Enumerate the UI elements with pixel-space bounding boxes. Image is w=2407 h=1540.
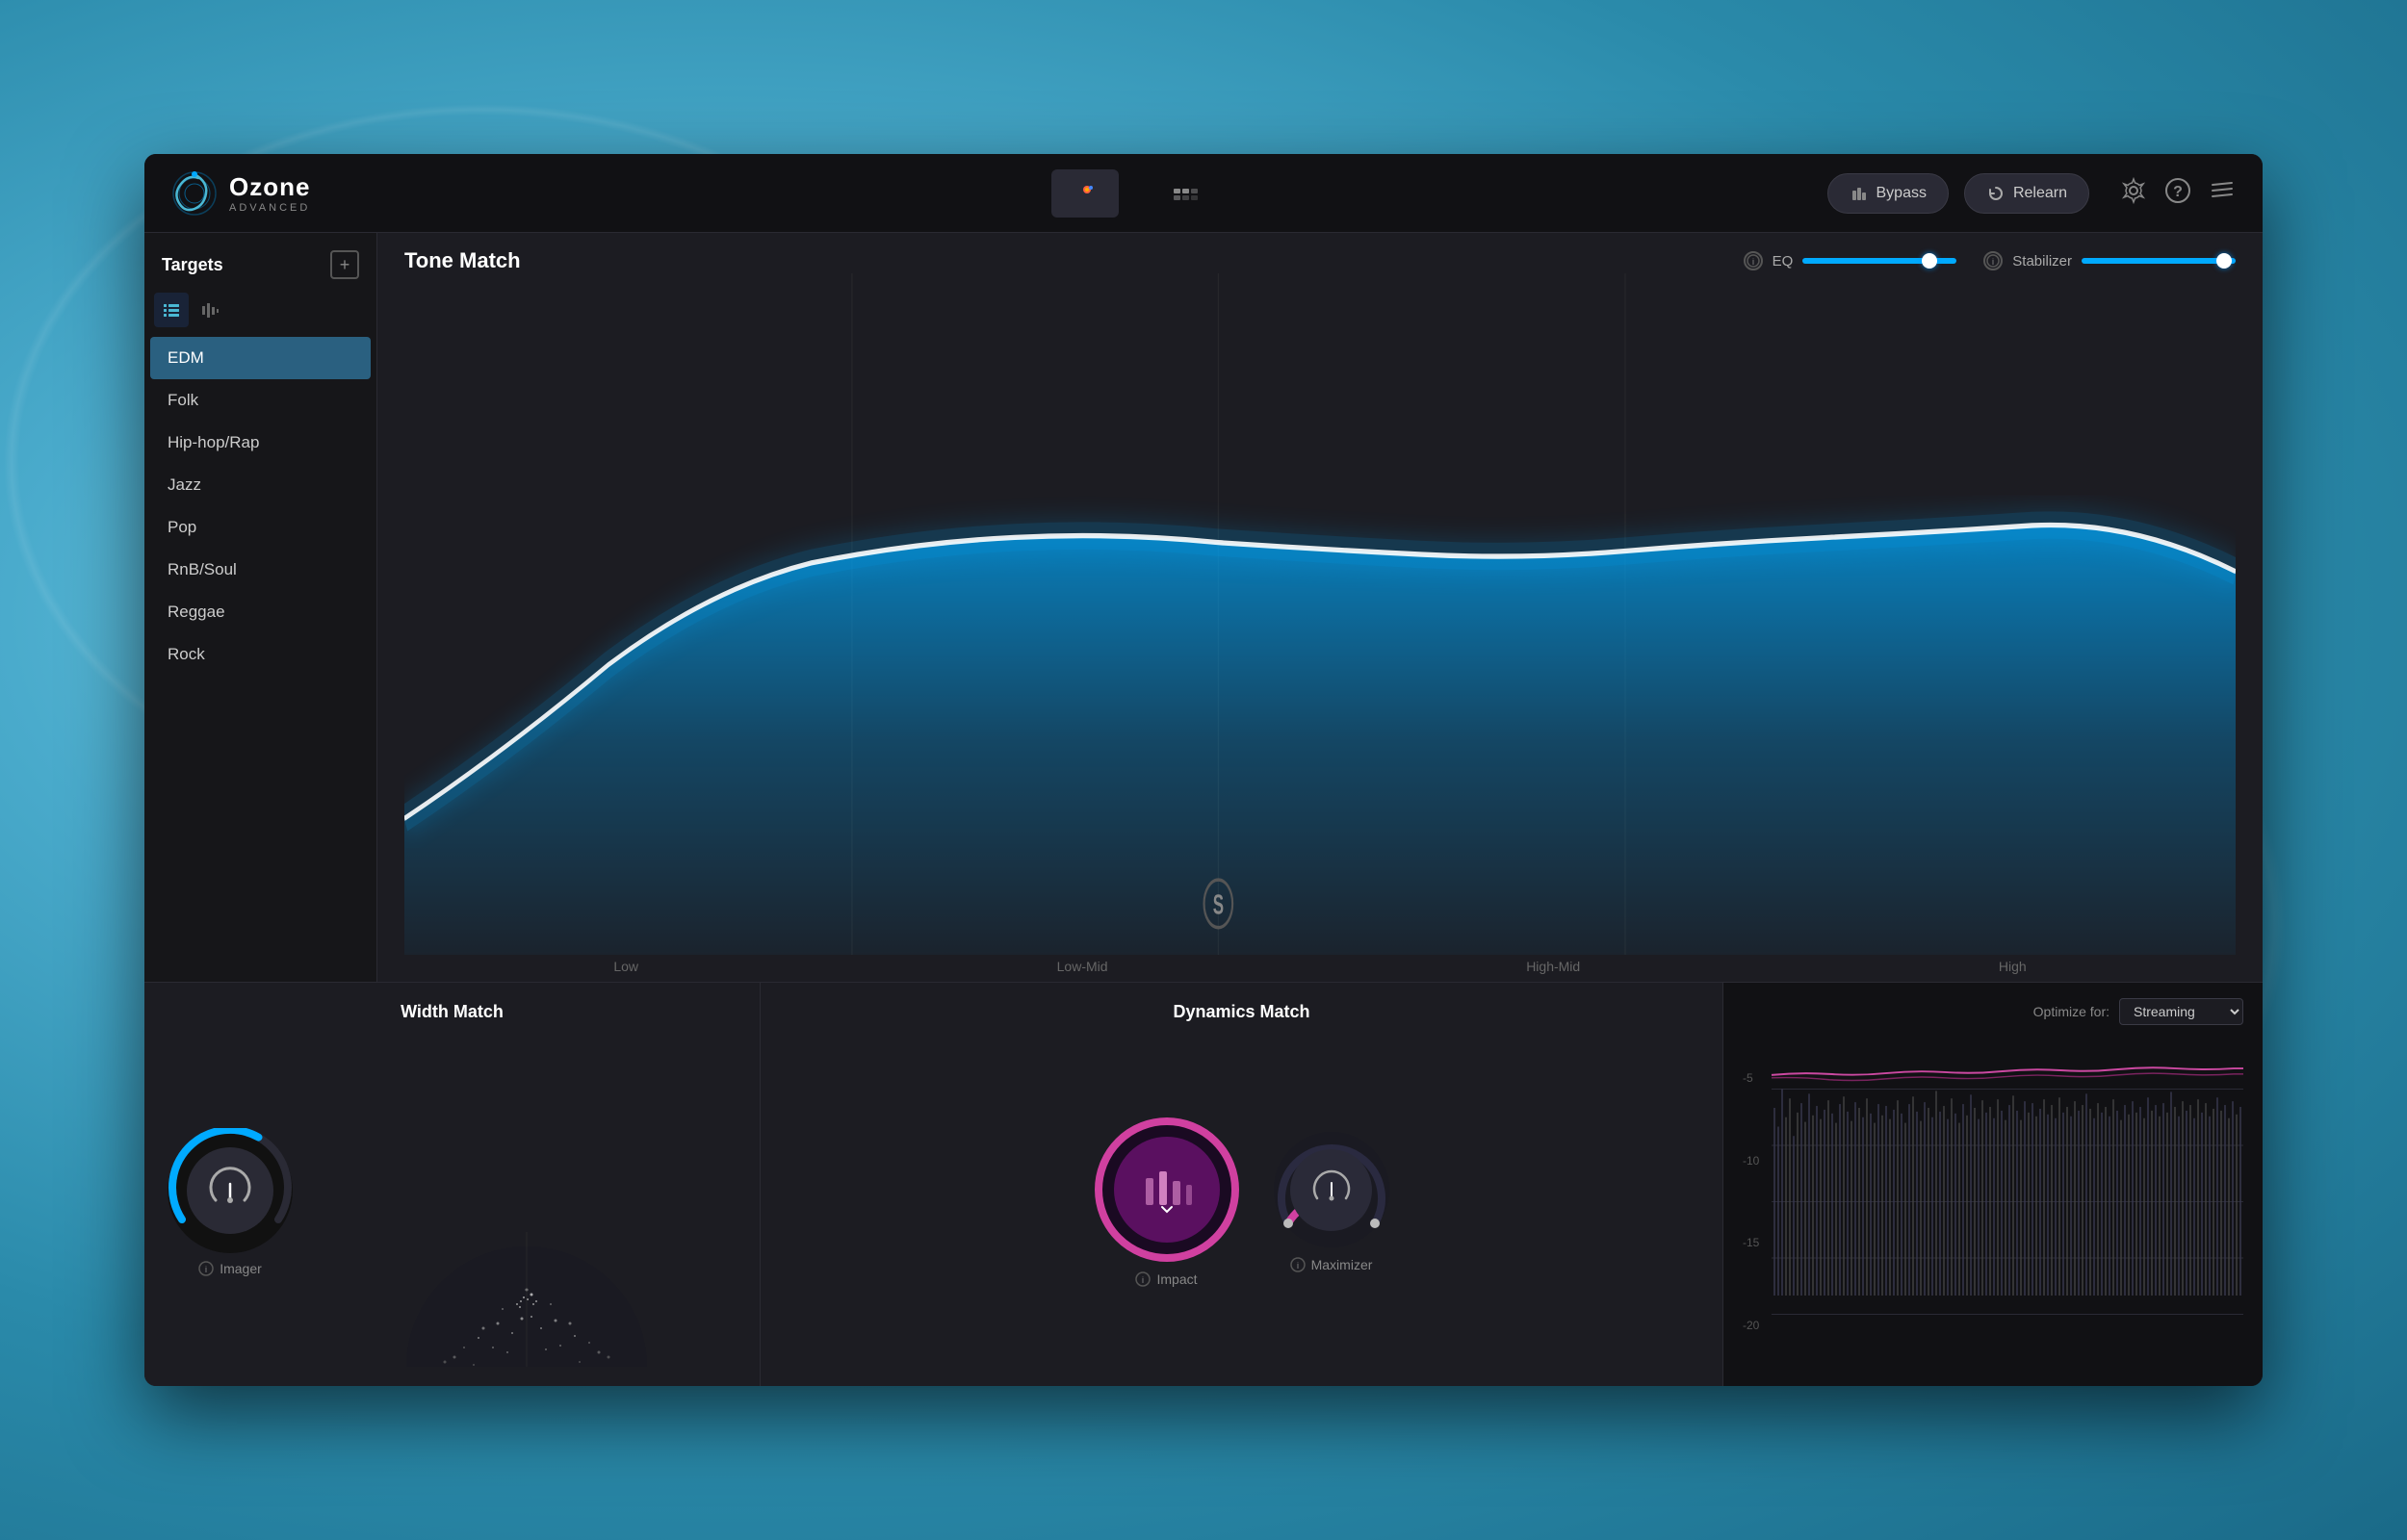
sidebar-item-pop[interactable]: Pop — [150, 506, 371, 549]
tone-chart-svg: S — [404, 273, 2236, 955]
db-label-minus10: -10 — [1743, 1154, 1759, 1168]
db-label-minus5: -5 — [1743, 1071, 1759, 1085]
menu-icon[interactable] — [2209, 177, 2236, 210]
settings-icon[interactable] — [2120, 177, 2147, 210]
logo-icon — [171, 170, 218, 217]
logo-text: Ozone ADVANCED — [229, 172, 310, 214]
waveform-header: Optimize for: Streaming CD/Download Cust… — [1743, 998, 2243, 1025]
sidebar-item-folk[interactable]: Folk — [150, 379, 371, 422]
waveform-area: -5 -10 -15 -20 — [1743, 1033, 2243, 1371]
bypass-button[interactable]: Bypass — [1827, 173, 1949, 214]
main-content: Targets + — [144, 233, 2263, 1386]
dynamics-content: i Impact — [784, 1038, 1699, 1367]
app-name: Ozone — [229, 172, 310, 202]
width-content: i Imager — [168, 1038, 737, 1367]
sidebar-header: Targets + — [144, 233, 376, 293]
top-section: Targets + — [144, 233, 2263, 982]
sidebar-title: Targets — [162, 255, 223, 275]
width-match-title: Width Match — [168, 1002, 737, 1022]
dynamics-match-title: Dynamics Match — [784, 1002, 1699, 1022]
db-label-minus20: -20 — [1743, 1319, 1759, 1332]
dynamics-match-panel: Dynamics Match — [761, 983, 1723, 1386]
header-right: Bypass Relearn — [1827, 173, 2237, 214]
db-label-minus15: -15 — [1743, 1236, 1759, 1249]
sidebar-view-icons — [144, 293, 376, 337]
maximizer-knob[interactable] — [1274, 1132, 1389, 1247]
add-icon: + — [340, 255, 350, 275]
impact-knob-area: i Impact — [1095, 1117, 1239, 1287]
app-subtitle: ADVANCED — [229, 202, 310, 214]
sidebar-item-hiphop[interactable]: Hip-hop/Rap — [150, 422, 371, 464]
sidebar: Targets + — [144, 233, 377, 982]
add-target-button[interactable]: + — [330, 250, 359, 279]
tone-match-title: Tone Match — [404, 248, 521, 273]
bottom-section: Width Match — [144, 982, 2263, 1386]
targets-list: EDM Folk Hip-hop/Rap Jazz Pop — [144, 337, 376, 982]
db-labels: -5 -10 -15 -20 — [1743, 1033, 1759, 1371]
logo-area: Ozone ADVANCED — [171, 170, 441, 217]
maximizer-label: i Maximizer — [1290, 1257, 1373, 1272]
impact-knob[interactable] — [1095, 1117, 1239, 1262]
stabilizer-info-icon[interactable]: i — [1983, 251, 2003, 270]
stabilizer-control: i Stabilizer — [1983, 251, 2236, 270]
imager-label: i Imager — [198, 1261, 262, 1276]
sidebar-item-rock[interactable]: Rock — [150, 633, 371, 676]
svg-text:i: i — [1297, 1261, 1299, 1270]
stereo-field-viz — [316, 1038, 737, 1367]
svg-text:i: i — [1992, 257, 1994, 267]
impact-knob-inner — [1114, 1137, 1220, 1243]
maximizer-knob-area: i Maximizer — [1274, 1132, 1389, 1272]
eq-slider[interactable] — [1802, 258, 1956, 264]
bypass-icon — [1850, 184, 1869, 203]
sidebar-item-edm[interactable]: EDM — [150, 337, 371, 379]
imager-knob-area: i Imager — [168, 1128, 293, 1276]
label-low: Low — [613, 959, 638, 974]
optimize-select[interactable]: Streaming CD/Download Custom — [2119, 998, 2243, 1025]
label-low-mid: Low-Mid — [1057, 959, 1108, 974]
relearn-icon — [1986, 184, 2006, 203]
tone-match-panel: Tone Match i EQ — [377, 233, 2263, 982]
header-center — [441, 169, 1827, 218]
chart-labels: Low Low-Mid High-Mid High — [377, 955, 2263, 982]
impact-label: i Impact — [1135, 1271, 1197, 1287]
list-view-button[interactable] — [154, 293, 189, 327]
eq-label: EQ — [1773, 253, 1794, 270]
spectrum-tab[interactable] — [1051, 169, 1119, 218]
eq-control: i EQ — [1744, 251, 1957, 270]
tone-chart-area: S — [377, 273, 2263, 955]
sidebar-item-jazz[interactable]: Jazz — [150, 464, 371, 506]
bypass-label: Bypass — [1876, 185, 1927, 202]
label-high: High — [1999, 959, 2027, 974]
svg-text:i: i — [205, 1265, 207, 1274]
waveform-svg — [1743, 1033, 2243, 1371]
stabilizer-slider[interactable] — [2082, 258, 2236, 264]
stabilizer-slider-thumb — [2216, 253, 2232, 269]
sidebar-item-rnb[interactable]: RnB/Soul — [150, 549, 371, 591]
svg-text:i: i — [1142, 1275, 1144, 1285]
label-high-mid: High-Mid — [1526, 959, 1580, 974]
eq-slider-thumb — [1922, 253, 1937, 269]
tone-match-header: Tone Match i EQ — [377, 233, 2263, 273]
help-icon[interactable]: ? — [2164, 177, 2191, 210]
waveform-panel: Optimize for: Streaming CD/Download Cust… — [1723, 983, 2263, 1386]
sidebar-item-reggae[interactable]: Reggae — [150, 591, 371, 633]
svg-text:?: ? — [2173, 184, 2183, 200]
relearn-button[interactable]: Relearn — [1964, 173, 2089, 214]
width-match-panel: Width Match — [144, 983, 761, 1386]
eq-info-icon[interactable]: i — [1744, 251, 1763, 270]
svg-text:i: i — [1752, 257, 1754, 267]
modules-tab[interactable] — [1150, 169, 1217, 218]
stabilizer-label: Stabilizer — [2012, 253, 2072, 270]
imager-knob[interactable] — [168, 1128, 293, 1253]
waveform-view-button[interactable] — [193, 293, 227, 327]
tone-controls: i EQ i — [1744, 251, 2236, 270]
optimize-label: Optimize for: — [2033, 1004, 2109, 1019]
header-icons: ? — [2120, 177, 2236, 210]
maximizer-knob-inner — [1290, 1149, 1372, 1231]
app-window: Ozone ADVANCED — [144, 154, 2263, 1386]
relearn-label: Relearn — [2013, 185, 2067, 202]
header: Ozone ADVANCED — [144, 154, 2263, 233]
svg-text:S: S — [1213, 889, 1224, 920]
